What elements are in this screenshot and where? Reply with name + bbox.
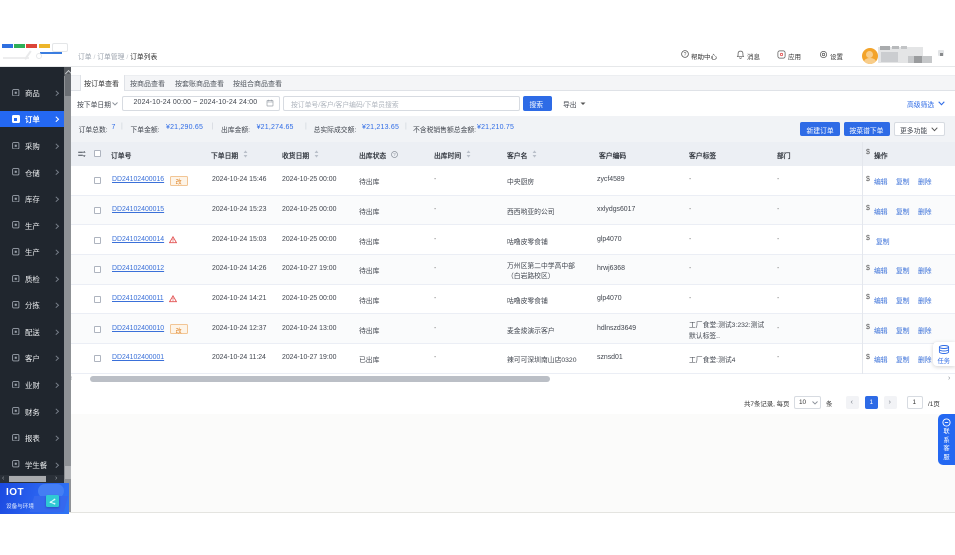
svg-text:?: ? <box>393 152 396 157</box>
svg-text:?: ? <box>684 52 687 58</box>
